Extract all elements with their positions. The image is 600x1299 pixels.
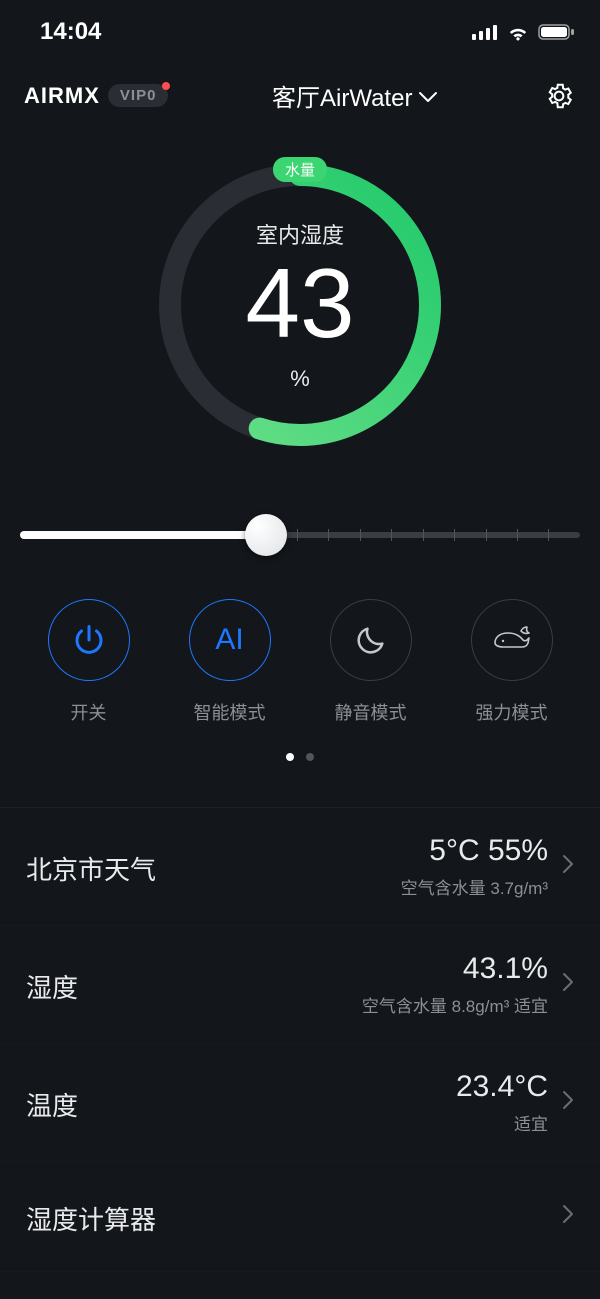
mode-ai[interactable]: AI 智能模式 (189, 599, 271, 725)
row-value: 23.4°C (456, 1070, 548, 1104)
chevron-right-icon (562, 854, 574, 879)
mode-label: 强力模式 (476, 699, 548, 725)
row-subtitle: 适宜 (514, 1110, 548, 1135)
row-subtitle: 空气含水量 3.7g/m³ (401, 874, 548, 899)
row-temperature[interactable]: 温度 23.4°C 适宜 (0, 1044, 600, 1162)
moon-icon (330, 599, 412, 681)
ai-icon: AI (189, 599, 271, 681)
mode-quiet[interactable]: 静音模式 (330, 599, 412, 725)
vip-text: VIP0 (120, 87, 157, 104)
row-subtitle: 空气含水量 8.8g/m³ 适宜 (362, 992, 548, 1017)
row-humidity[interactable]: 湿度 43.1% 空气含水量 8.8g/m³ 适宜 (0, 926, 600, 1044)
mode-power[interactable]: 开关 (48, 599, 130, 725)
app-header: AIRMX VIP0 客厅AirWater (0, 50, 600, 125)
mode-boost[interactable]: 强力模式 (471, 599, 553, 725)
row-right: 43.1% 空气含水量 8.8g/m³ 适宜 (78, 952, 548, 1017)
row-title: 北京市天气 (26, 846, 156, 887)
page-dot[interactable] (306, 753, 314, 761)
gauge-value: 43 (245, 254, 354, 352)
gear-icon (544, 81, 574, 111)
humidity-slider[interactable] (0, 455, 600, 555)
mode-buttons: 开关 AI 智能模式 静音模式 强力模式 (0, 555, 600, 725)
chevron-right-icon (562, 1090, 574, 1115)
water-level-badge: 水量 (273, 157, 327, 182)
vip-badge[interactable]: VIP0 (108, 84, 169, 107)
row-right: 5°C 55% 空气含水量 3.7g/m³ (156, 834, 548, 899)
row-calculator[interactable]: 湿度计算器 (0, 1162, 600, 1272)
chevron-down-icon (418, 91, 438, 103)
slider-thumb[interactable] (245, 514, 287, 556)
device-name: 客厅AirWater (272, 78, 412, 113)
power-icon (48, 599, 130, 681)
battery-icon (538, 24, 574, 40)
whale-icon (471, 599, 553, 681)
row-title: 湿度 (26, 964, 78, 1005)
row-value: 43.1% (463, 952, 548, 986)
row-title: 湿度计算器 (26, 1196, 156, 1237)
wifi-icon (506, 23, 530, 41)
mode-label: 静音模式 (335, 699, 407, 725)
mode-label: 开关 (71, 699, 107, 725)
row-title: 温度 (26, 1082, 78, 1123)
settings-button[interactable] (542, 79, 576, 113)
status-bar: 14:04 (0, 0, 600, 50)
device-selector[interactable]: 客厅AirWater (168, 78, 542, 113)
status-indicators (472, 23, 574, 41)
gauge-label: 室内湿度 (256, 218, 344, 250)
status-time: 14:04 (40, 18, 101, 46)
page-indicator (0, 725, 600, 761)
row-value: 5°C 55% (429, 834, 548, 868)
chevron-right-icon (562, 972, 574, 997)
row-right: 23.4°C 适宜 (78, 1070, 548, 1135)
chevron-right-icon (562, 1204, 574, 1229)
cellular-icon (472, 24, 498, 40)
gauge-unit: % (290, 366, 310, 392)
brand-label: AIRMX (24, 83, 100, 109)
mode-label: 智能模式 (194, 699, 266, 725)
humidity-gauge: 水量 室内湿度 43 % (0, 125, 600, 455)
page-dot[interactable] (286, 753, 294, 761)
row-weather[interactable]: 北京市天气 5°C 55% 空气含水量 3.7g/m³ (0, 808, 600, 926)
slider-fill (20, 531, 266, 539)
info-list: 北京市天气 5°C 55% 空气含水量 3.7g/m³ 湿度 43.1% 空气含水量 8.… (0, 807, 600, 1272)
